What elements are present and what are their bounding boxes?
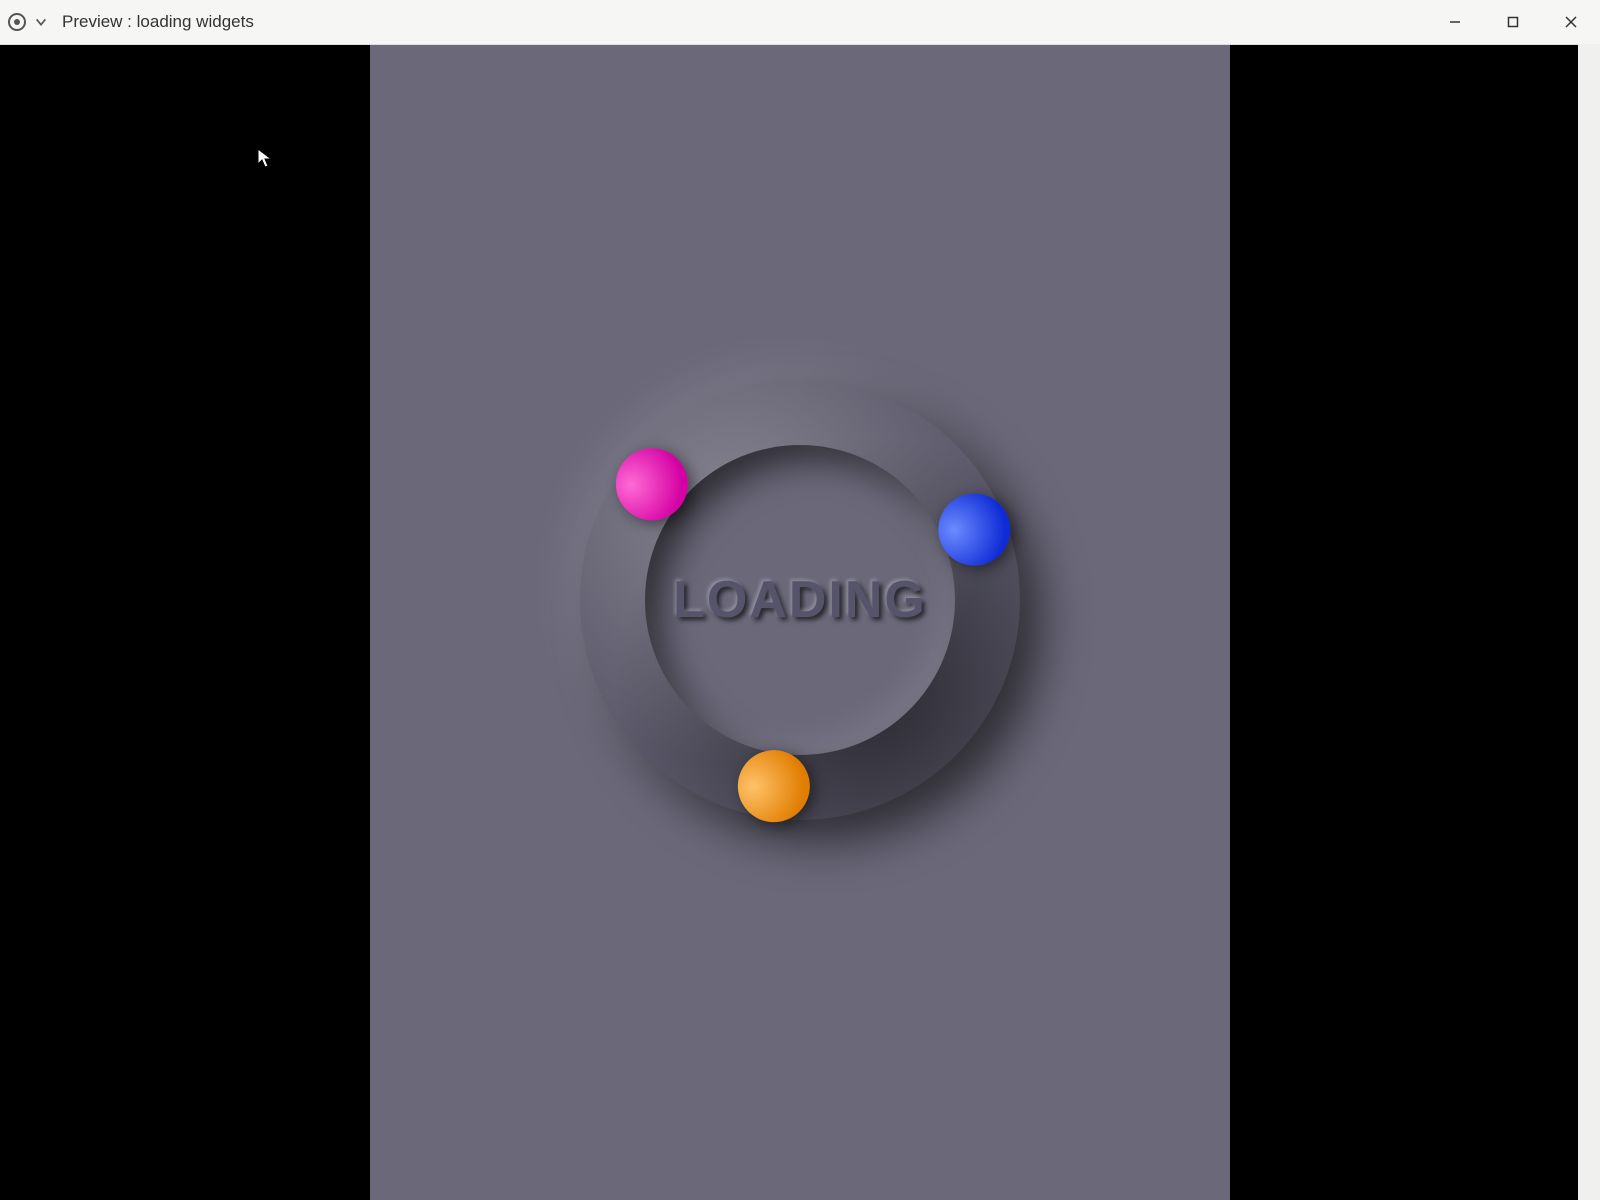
app-window: Preview : loading widgets LOADING bbox=[0, 0, 1600, 1200]
window-controls bbox=[1426, 0, 1600, 44]
scrollbar-gutter[interactable] bbox=[1578, 44, 1600, 1200]
spinner-ball-pink bbox=[601, 434, 702, 535]
spinner-ball-blue bbox=[924, 479, 1025, 580]
loading-spinner: LOADING bbox=[580, 380, 1020, 820]
close-button[interactable] bbox=[1542, 0, 1600, 44]
maximize-button[interactable] bbox=[1484, 0, 1542, 44]
app-icon bbox=[8, 13, 26, 31]
title-bar: Preview : loading widgets bbox=[0, 0, 1600, 45]
spinner-ball-orange bbox=[723, 736, 824, 837]
chevron-down-icon[interactable] bbox=[34, 15, 48, 29]
content-area: LOADING bbox=[0, 45, 1600, 1200]
spinner-orbits bbox=[491, 291, 1109, 909]
window-title: Preview : loading widgets bbox=[62, 12, 254, 32]
minimize-button[interactable] bbox=[1426, 0, 1484, 44]
preview-stage: LOADING bbox=[370, 45, 1230, 1200]
